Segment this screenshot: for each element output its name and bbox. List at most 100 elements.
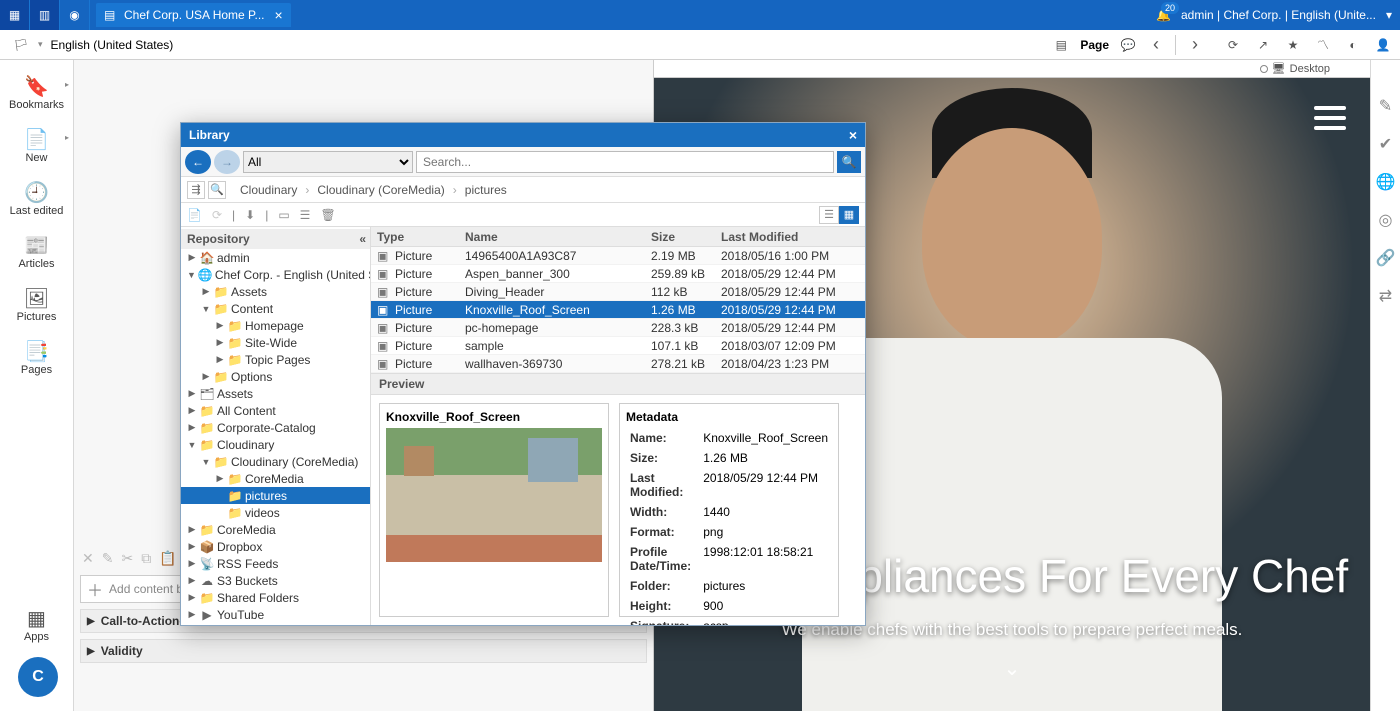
tree-mode-icon[interactable]: ⇶ xyxy=(187,181,205,199)
delete-icon[interactable]: ✕ xyxy=(82,550,94,567)
sidebar-item-pictures[interactable]: 🖼Pictures xyxy=(0,286,73,323)
link-rail-icon[interactable]: 🔗 xyxy=(1376,248,1396,268)
paste-icon[interactable]: 📋 xyxy=(159,550,176,567)
col-type[interactable]: Type xyxy=(371,227,459,246)
tree-node[interactable]: ▶📁Homepage xyxy=(181,317,370,334)
user-dropdown-icon[interactable]: ▾ xyxy=(1386,8,1392,22)
grid-view-icon[interactable]: ▦ xyxy=(839,206,859,224)
pie-icon[interactable]: ◐ xyxy=(1344,36,1362,54)
share-rail-icon[interactable]: ⇄ xyxy=(1379,286,1392,306)
sidebar-item-lastedited[interactable]: 🕘Last edited xyxy=(0,180,73,217)
sidebar-item-articles[interactable]: 📰Articles xyxy=(0,233,73,270)
tree-node[interactable]: ▶📁All Content xyxy=(181,402,370,419)
notification-badge: 20 xyxy=(1161,2,1179,14)
right-rail: ✎ ✔ 🌐 ◎ 🔗 ⇄ xyxy=(1370,60,1400,711)
file-row[interactable]: ▣Picturesample107.1 kB2018/03/07 12:09 P… xyxy=(371,337,865,355)
sidebar-item-bookmarks[interactable]: 🔖Bookmarks▸ xyxy=(0,74,73,111)
flag-icon[interactable]: 🏳 xyxy=(12,36,30,54)
refresh-icon[interactable]: ⟳ xyxy=(1224,36,1242,54)
notifications-icon[interactable]: 🔔20 xyxy=(1156,8,1171,22)
edit-rail-icon[interactable]: ✎ xyxy=(1379,96,1392,116)
tree-node[interactable]: ▶📁Shared Folders xyxy=(181,589,370,606)
sidebar-item-apps[interactable]: ▦Apps xyxy=(0,606,73,643)
search-icon[interactable]: 🔍 xyxy=(837,151,861,173)
brand-logo[interactable]: C xyxy=(18,657,58,697)
col-name[interactable]: Name xyxy=(459,227,645,246)
target-icon[interactable]: ◉ xyxy=(60,0,90,30)
view-card-icon[interactable]: ▭ xyxy=(278,208,289,222)
target-rail-icon[interactable]: ◎ xyxy=(1379,210,1393,230)
tree-node[interactable]: ▼🌐Chef Corp. - English (United States) xyxy=(181,266,370,283)
breadcrumb-2[interactable]: pictures xyxy=(465,183,507,197)
accordion-validity[interactable]: ▶Validity xyxy=(80,639,647,663)
download-icon[interactable]: ⬇ xyxy=(245,208,255,222)
comment-icon[interactable]: 💬 xyxy=(1119,36,1137,54)
chart-icon[interactable]: 〽 xyxy=(1314,36,1332,54)
refresh-icon[interactable]: ⟳ xyxy=(212,208,222,222)
edit-icon[interactable]: ✎ xyxy=(102,550,114,567)
globe-rail-icon[interactable]: 🌐 xyxy=(1376,172,1396,192)
file-row[interactable]: ▣PictureAspen_banner_300259.89 kB2018/05… xyxy=(371,265,865,283)
user-icon[interactable]: 👤 xyxy=(1374,36,1392,54)
tree-node[interactable]: ▶▶YouTube xyxy=(181,606,370,623)
next-icon[interactable]: › xyxy=(1186,36,1204,54)
tree-node[interactable]: ▶📁CoreMedia xyxy=(181,470,370,487)
new-doc-icon[interactable]: 📄 xyxy=(187,208,202,222)
breadcrumb-0[interactable]: Cloudinary xyxy=(240,183,297,197)
tree-node[interactable]: ▶☁S3 Buckets xyxy=(181,572,370,589)
document-tab[interactable]: ▤ Chef Corp. USA Home P... × xyxy=(96,3,291,27)
tree-node[interactable]: ▶📦Dropbox xyxy=(181,538,370,555)
tab-close-icon[interactable]: × xyxy=(275,7,283,23)
tree-node[interactable]: ▶📁Assets xyxy=(181,283,370,300)
tree-node[interactable]: 📁videos xyxy=(181,504,370,521)
open-external-icon[interactable]: ↗ xyxy=(1254,36,1272,54)
tree-node[interactable]: ▼📁Cloudinary (CoreMedia) xyxy=(181,453,370,470)
nav-forward-icon[interactable]: → xyxy=(214,150,240,174)
filter-select[interactable]: All xyxy=(243,151,413,173)
nav-back-icon[interactable]: ← xyxy=(185,150,211,174)
close-icon[interactable]: × xyxy=(849,127,857,143)
prev-icon[interactable]: ‹ xyxy=(1147,36,1165,54)
tree-node[interactable]: ▶📁Corporate-Catalog xyxy=(181,419,370,436)
chevron-down-icon[interactable]: ▾ xyxy=(38,39,43,50)
library-titlebar[interactable]: Library × xyxy=(181,123,865,147)
collapse-icon[interactable]: « xyxy=(359,232,366,246)
sites-icon[interactable]: ▥ xyxy=(30,0,60,30)
tree-node[interactable]: ▶📁CoreMedia xyxy=(181,521,370,538)
user-label[interactable]: admin | Chef Corp. | English (Unite... xyxy=(1181,8,1376,22)
tree-node[interactable]: 📁pictures xyxy=(181,487,370,504)
list-view-icon[interactable]: ☰ xyxy=(819,206,839,224)
site-menu-icon[interactable] xyxy=(1314,106,1346,130)
check-rail-icon[interactable]: ✔ xyxy=(1379,134,1392,154)
tree-node[interactable]: ▶📁Site-Wide xyxy=(181,334,370,351)
col-mod[interactable]: Last Modified xyxy=(715,227,865,246)
file-row[interactable]: ▣PictureDiving_Header112 kB2018/05/29 12… xyxy=(371,283,865,301)
search-mode-icon[interactable]: 🔍 xyxy=(208,181,226,199)
sidebar-item-pages[interactable]: 📑Pages xyxy=(0,339,73,376)
view-list-icon[interactable]: ☰ xyxy=(300,208,311,222)
file-row[interactable]: ▣Picture14965400A1A93C872.19 MB2018/05/1… xyxy=(371,247,865,265)
file-row[interactable]: ▣Picturepc-homepage228.3 kB2018/05/29 12… xyxy=(371,319,865,337)
tree-node[interactable]: ▶📡RSS Feeds xyxy=(181,555,370,572)
col-size[interactable]: Size xyxy=(645,227,715,246)
tree-node[interactable]: ▼📁Cloudinary xyxy=(181,436,370,453)
preview-ruler[interactable]: 🖥 Desktop xyxy=(654,60,1370,78)
sidebar-item-new[interactable]: 📄New▸ xyxy=(0,127,73,164)
star-icon[interactable]: ★ xyxy=(1284,36,1302,54)
tree-node[interactable]: ▶📁Options xyxy=(181,368,370,385)
search-input[interactable] xyxy=(416,151,834,173)
cut-icon[interactable]: ✂ xyxy=(121,550,133,567)
left-sidebar: 🔖Bookmarks▸ 📄New▸ 🕘Last edited 📰Articles… xyxy=(0,60,74,711)
tree-node[interactable]: ▶🏠admin xyxy=(181,249,370,266)
tree-node[interactable]: ▼📁Content xyxy=(181,300,370,317)
copy-icon[interactable]: ⧉ xyxy=(141,550,151,567)
apps-grid-icon[interactable]: ▦ xyxy=(0,0,30,30)
tree-node[interactable]: ▶📁Topic Pages xyxy=(181,351,370,368)
file-row[interactable]: ▣Picturewallhaven-369730278.21 kB2018/04… xyxy=(371,355,865,373)
tree-node[interactable]: ▶🗂Assets xyxy=(181,385,370,402)
scroll-down-icon[interactable]: ⌄ xyxy=(1004,656,1021,681)
file-row[interactable]: ▣PictureKnoxville_Roof_Screen1.26 MB2018… xyxy=(371,301,865,319)
breadcrumb-1[interactable]: Cloudinary (CoreMedia) xyxy=(317,183,444,197)
page-label: Page xyxy=(1080,38,1109,52)
delete-icon[interactable]: 🗑 xyxy=(320,208,335,222)
